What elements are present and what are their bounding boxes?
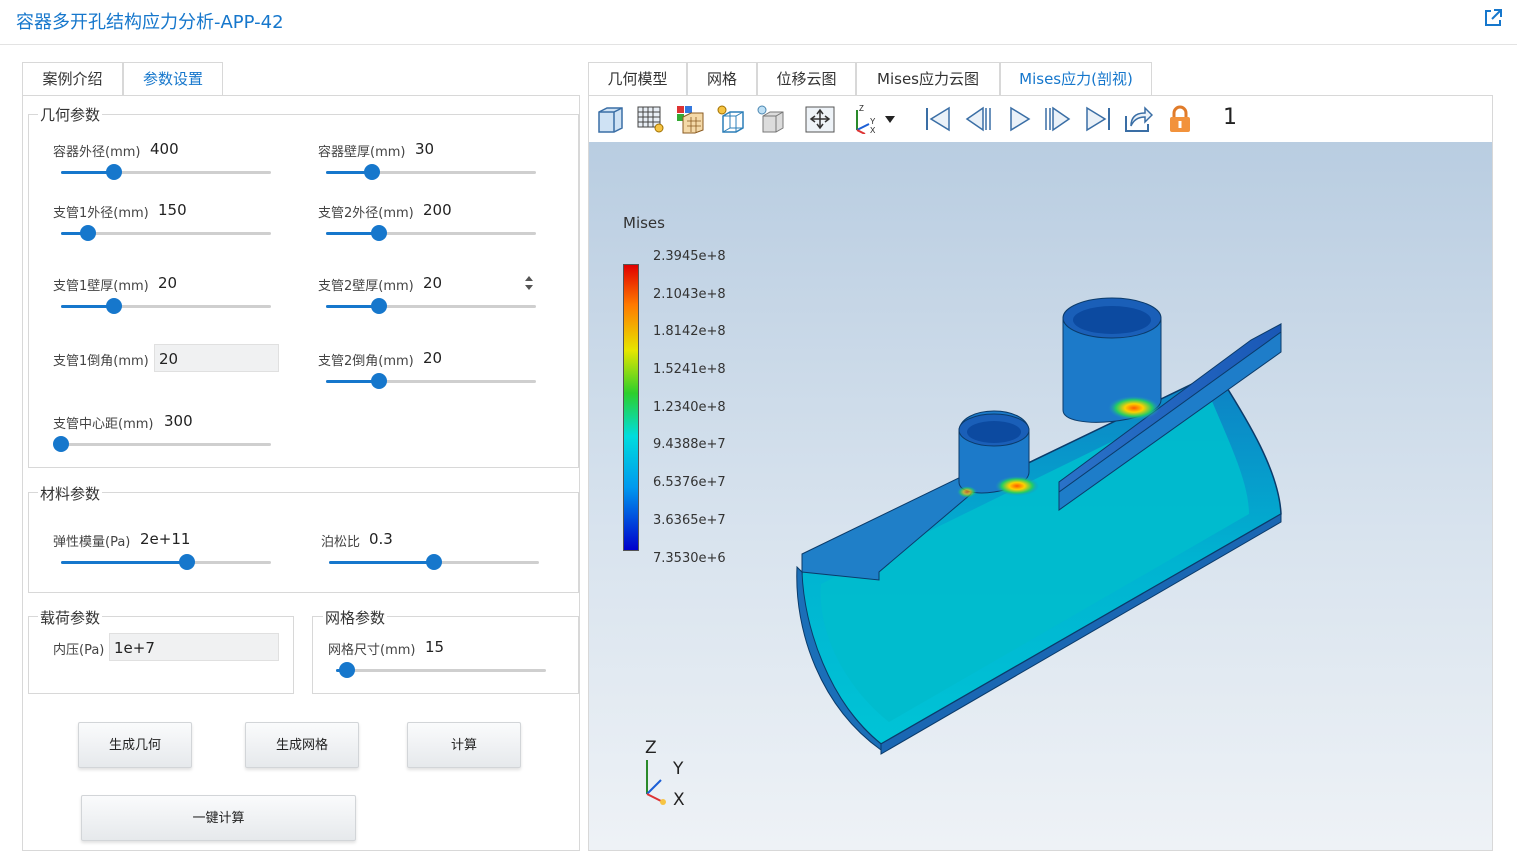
tab-case-intro[interactable]: 案例介绍 (22, 62, 123, 95)
slider-handle[interactable] (53, 436, 69, 452)
slider-handle[interactable] (370, 373, 387, 389)
tab-displacement[interactable]: 位移云图 (757, 62, 856, 95)
pipe1-od-label: 支管1外径(mm) (53, 206, 149, 221)
pipe1-od-slider[interactable] (61, 225, 271, 241)
pipe1-chamfer-input[interactable]: 20 (154, 344, 279, 372)
pressure-input[interactable]: 1e+7 (109, 633, 279, 661)
wall-thickness-label: 容器壁厚(mm) (318, 145, 406, 160)
result-viewer: Z Y X 1 Mises 2.3945e+8 2.1043e+8 1.8142… (588, 95, 1493, 851)
pipe1-wall-slider[interactable] (61, 298, 271, 314)
svg-text:Y: Y (870, 117, 876, 126)
export-icon[interactable] (1123, 104, 1153, 134)
tab-mises-section[interactable]: Mises应力(剖视) (1000, 62, 1152, 96)
mesh-size-slider[interactable] (336, 662, 546, 678)
axis-orientation-icon[interactable]: Z Y X (851, 104, 897, 134)
wall-thickness-value: 30 (415, 140, 435, 158)
poisson-ratio-label: 泊松比 (321, 535, 361, 550)
slider-handle[interactable] (370, 298, 387, 314)
fit-view-icon[interactable] (805, 104, 835, 134)
one-click-compute-button[interactable]: 一键计算 (81, 795, 356, 841)
spinner-arrows-icon[interactable] (522, 272, 536, 294)
pipe2-wall-slider[interactable] (326, 298, 536, 314)
generate-mesh-button[interactable]: 生成网格 (245, 722, 359, 768)
open-external-icon[interactable] (1483, 8, 1503, 28)
poisson-ratio-slider[interactable] (329, 554, 539, 570)
title-bar: 容器多开孔结构应力分析-APP-42 (0, 0, 1517, 45)
outer-diameter-slider[interactable] (61, 164, 271, 180)
view-box-icon[interactable] (595, 104, 625, 134)
youngs-modulus-value: 2e+11 (140, 530, 191, 548)
slider-handle[interactable] (426, 554, 442, 570)
tab-geometry-model[interactable]: 几何模型 (588, 62, 687, 95)
pipe1-wall-value: 20 (158, 274, 178, 292)
svg-text:X: X (870, 126, 876, 134)
center-distance-value: 300 (164, 412, 193, 430)
tab-mesh[interactable]: 网格 (687, 62, 757, 95)
last-frame-icon[interactable] (1083, 104, 1113, 134)
slider-handle[interactable] (338, 662, 355, 678)
center-distance-slider[interactable] (53, 436, 271, 452)
outer-diameter-value: 400 (150, 140, 179, 158)
pipe2-wall-value: 20 (423, 274, 443, 292)
pressure-label: 内压(Pa) (53, 643, 105, 658)
center-distance-label: 支管中心距(mm) (53, 417, 154, 432)
slider-handle[interactable] (370, 225, 387, 241)
slider-handle[interactable] (179, 554, 195, 570)
svg-text:Z: Z (859, 104, 864, 113)
lock-icon[interactable] (1165, 104, 1195, 134)
generate-geometry-button[interactable]: 生成几何 (78, 722, 192, 768)
mesh-size-label: 网格尺寸(mm) (328, 643, 416, 658)
tab-parameter-settings[interactable]: 参数设置 (123, 62, 223, 96)
mesh-grid-icon[interactable] (635, 104, 665, 134)
geometry-group-title: 几何参数 (38, 104, 103, 125)
slider-handle[interactable] (105, 164, 122, 180)
poisson-ratio-value: 0.3 (369, 530, 393, 548)
frame-number: 1 (1223, 105, 1237, 130)
mesh-group-title: 网格参数 (323, 607, 388, 628)
slider-handle[interactable] (364, 164, 381, 180)
pipe2-od-label: 支管2外径(mm) (318, 206, 414, 221)
wall-thickness-slider[interactable] (326, 164, 536, 180)
pipe1-wall-label: 支管1壁厚(mm) (53, 279, 149, 294)
viewer-toolbar: Z Y X 1 (589, 96, 1492, 142)
next-frame-icon[interactable] (1043, 104, 1073, 134)
slider-handle[interactable] (80, 225, 97, 241)
outer-diameter-label: 容器外径(mm) (53, 145, 141, 160)
stress-model-view (796, 297, 1282, 755)
wireframe-icon[interactable] (715, 104, 745, 134)
tab-mises-stress[interactable]: Mises应力云图 (856, 62, 1000, 95)
axis-y-label: Y (673, 759, 684, 779)
compute-button[interactable]: 计算 (407, 722, 521, 768)
pipe2-chamfer-slider[interactable] (326, 373, 536, 389)
pipe2-od-slider[interactable] (326, 225, 536, 241)
shaded-icon[interactable] (755, 104, 785, 134)
youngs-modulus-slider[interactable] (61, 554, 271, 570)
pipe2-chamfer-label: 支管2倒角(mm) (318, 354, 414, 369)
pipe1-od-value: 150 (158, 201, 187, 219)
slider-handle[interactable] (105, 298, 122, 314)
first-frame-icon[interactable] (923, 104, 953, 134)
pipe2-wall-label: 支管2壁厚(mm) (318, 279, 414, 294)
prev-frame-icon[interactable] (963, 104, 993, 134)
axis-z-label: Z (645, 738, 657, 758)
render-canvas[interactable]: Mises 2.3945e+8 2.1043e+8 1.8142e+8 1.52… (589, 142, 1492, 850)
pipe2-chamfer-value: 20 (423, 349, 443, 367)
material-group-title: 材料参数 (38, 483, 103, 504)
axis-x-label: X (673, 790, 685, 810)
color-map-icon[interactable] (675, 104, 705, 134)
pipe1-chamfer-label: 支管1倒角(mm) (53, 354, 149, 369)
app-title: 容器多开孔结构应力分析-APP-42 (16, 12, 284, 33)
load-group-title: 载荷参数 (38, 607, 103, 628)
youngs-modulus-label: 弹性模量(Pa) (53, 535, 131, 550)
pipe2-od-value: 200 (423, 201, 452, 219)
mesh-size-value: 15 (425, 638, 445, 656)
play-icon[interactable] (1003, 104, 1033, 134)
